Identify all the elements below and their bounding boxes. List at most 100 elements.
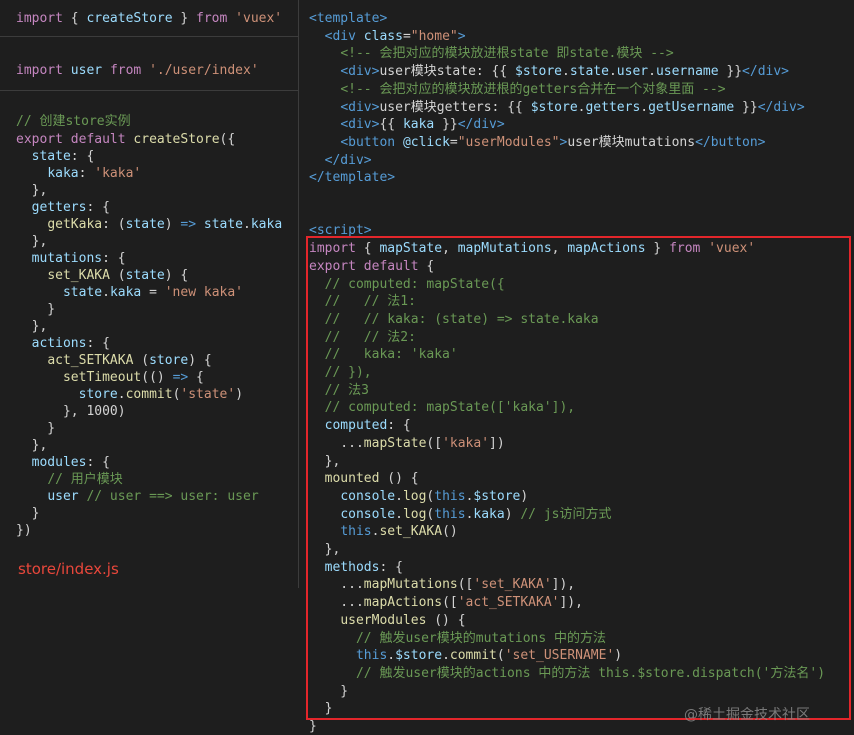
code-line: mutations: { — [16, 250, 126, 267]
code-token: state — [125, 268, 165, 283]
code-token: createStore — [86, 11, 173, 26]
code-token: user — [616, 64, 649, 80]
code-line: } — [16, 505, 40, 522]
code-token: : { — [86, 200, 110, 215]
code-line: state: { — [16, 148, 95, 165]
code-line: modules: { — [16, 454, 110, 471]
code-token: ({ — [219, 132, 236, 147]
code-token: user模块state: {{ — [379, 64, 516, 80]
code-token: user模块mutations — [567, 134, 696, 150]
code-token: . — [648, 64, 656, 80]
code-line: <div>user模块state: {{ $store.state.user.u… — [309, 63, 789, 80]
code-line: }, 1000) — [16, 403, 126, 420]
code-line: } — [16, 301, 55, 318]
code-line: }, — [16, 182, 48, 199]
code-token: 'kaka' — [94, 166, 142, 181]
code-token: 'state' — [180, 387, 236, 402]
code-token: : { — [86, 336, 110, 351]
code-token: // 创建store实例 — [16, 114, 131, 129]
code-token: <div> — [340, 117, 380, 133]
code-line: } — [309, 718, 317, 735]
code-token: 'new kaka' — [164, 285, 244, 300]
code-token: // 用户模块 — [47, 472, 123, 487]
code-token: <!-- 会把对应的模块放进根state 即state.模块 --> — [340, 46, 674, 62]
code-token: </button> — [695, 134, 766, 150]
code-token: : { — [86, 455, 110, 470]
code-token: {{ — [379, 117, 403, 133]
code-line: // 用户模块 — [16, 471, 123, 488]
code-token: { — [188, 370, 204, 385]
code-token: store — [149, 353, 189, 368]
code-token: user — [70, 63, 103, 78]
code-token: }} — [734, 99, 758, 115]
code-token: getUsername — [648, 99, 735, 115]
code-token: actions — [31, 336, 87, 351]
code-token: @click — [402, 134, 450, 150]
code-token: class — [363, 28, 403, 44]
code-token: </div> — [742, 64, 790, 80]
code-line: }) — [16, 522, 32, 539]
code-token: </div> — [324, 152, 372, 168]
code-line: }, — [16, 437, 48, 454]
code-line: store.commit('state') — [16, 386, 243, 403]
code-line: <!-- 会把对应的模块放进根的getters合并在一个对象里面 --> — [309, 81, 725, 98]
code-token: user模块getters: {{ — [379, 99, 531, 115]
code-token: state — [62, 285, 103, 300]
code-token: <div> — [340, 99, 380, 115]
code-token: state — [569, 64, 609, 80]
code-token: }} — [434, 117, 458, 133]
code-token: // user ==> user: user — [86, 489, 259, 504]
code-token: }} — [718, 64, 743, 80]
code-token: state — [125, 217, 165, 232]
code-line: <!-- 会把对应的模块放进根state 即state.模块 --> — [309, 45, 674, 62]
code-token: mutations — [31, 251, 103, 266]
code-token: getKaka — [47, 217, 103, 232]
code-token: store — [78, 387, 118, 402]
code-token: $store — [530, 99, 578, 115]
code-token: setTimeout — [62, 370, 142, 385]
code-token: kaka — [47, 166, 79, 181]
code-token: username — [655, 64, 719, 80]
code-line: // 创建store实例 — [16, 113, 131, 130]
code-line: <div>{{ kaka }}</div> — [309, 116, 505, 133]
code-line: }, — [16, 233, 48, 250]
code-token: import — [16, 11, 63, 26]
code-token: }, — [16, 319, 48, 334]
divider — [0, 36, 298, 37]
code-token: : — [78, 166, 95, 181]
code-token: commit — [125, 387, 173, 402]
code-token: kaka — [402, 117, 435, 133]
code-token: => — [180, 217, 197, 232]
code-token: createStore — [133, 132, 220, 147]
code-line: export default createStore({ — [16, 131, 235, 148]
code-token: kaka — [109, 285, 142, 300]
code-token: 'vuex' — [235, 11, 283, 26]
code-token: ) — [164, 217, 181, 232]
code-token: } — [16, 302, 56, 317]
code-token: default — [70, 132, 126, 147]
code-token: }, — [16, 234, 48, 249]
code-token: </div> — [457, 117, 505, 133]
code-token: act_SETKAKA — [47, 353, 134, 368]
code-token: = — [449, 134, 458, 150]
divider — [0, 90, 298, 91]
